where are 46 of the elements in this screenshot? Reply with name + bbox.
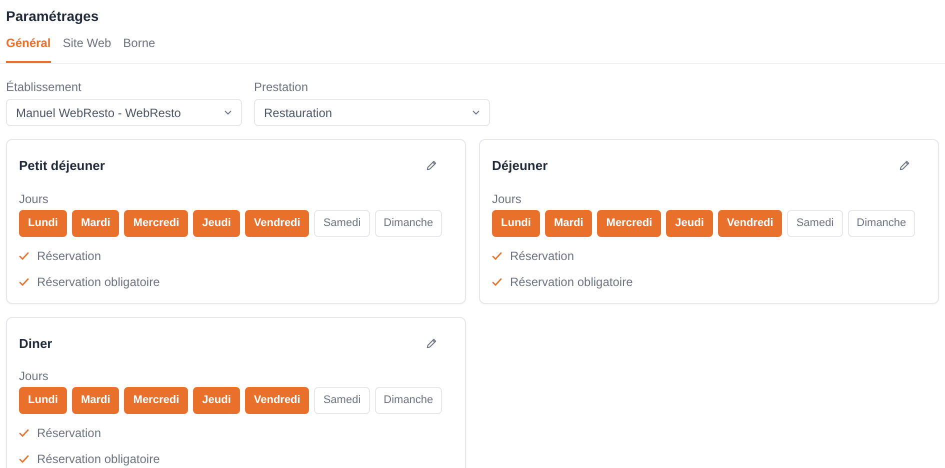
day-toggle[interactable]: Mardi [72, 210, 120, 236]
day-toggle[interactable]: Dimanche [374, 387, 442, 414]
card-title: Diner [19, 334, 52, 352]
chevron-down-icon [224, 110, 232, 115]
day-toggle[interactable]: Mardi [72, 387, 120, 414]
day-toggle[interactable]: Samedi [787, 210, 843, 236]
select-field[interactable]: Manuel WebResto - WebResto [6, 99, 242, 126]
card-title: Petit déjeuner [19, 157, 105, 175]
field-label: Prestation [254, 79, 310, 96]
option-label: Réservation [37, 248, 102, 264]
day-toggle[interactable]: Lundi [492, 210, 540, 236]
day-toggle[interactable]: Vendredi [244, 387, 310, 414]
option-label: Réservation [510, 248, 574, 264]
day-toggle[interactable]: Samedi [314, 387, 370, 414]
option-label: Réservation obligatoire [37, 451, 160, 468]
day-toggle[interactable]: Mercredi [597, 210, 662, 236]
option-label: Réservation obligatoire [510, 274, 633, 290]
day-toggle[interactable]: Jeudi [193, 210, 240, 236]
day-toggle[interactable]: Samedi [314, 210, 370, 236]
field-label: Établissement [6, 79, 82, 96]
day-toggle[interactable]: Mardi [544, 210, 592, 236]
days-label: Jours [19, 190, 50, 208]
tab[interactable]: Site Web [62, 34, 112, 63]
edit-icon[interactable] [899, 160, 910, 172]
day-toggle[interactable]: Dimanche [848, 210, 916, 236]
tab[interactable]: Borne [123, 34, 156, 63]
day-toggle[interactable]: Jeudi [193, 387, 240, 414]
chevron-down-icon [472, 110, 480, 115]
day-toggle[interactable]: Lundi [19, 387, 67, 414]
edit-icon[interactable] [426, 160, 437, 172]
select-field[interactable]: Restauration [254, 99, 490, 126]
day-toggle[interactable]: Vendredi [244, 210, 310, 236]
days-label: Jours [19, 368, 50, 385]
option-label: Réservation obligatoire [37, 274, 160, 290]
day-toggle[interactable]: Lundi [19, 210, 67, 236]
day-toggle[interactable]: Vendredi [718, 210, 782, 236]
day-toggle[interactable]: Mercredi [124, 210, 188, 236]
option-label: Réservation [37, 425, 102, 442]
day-toggle[interactable]: Dimanche [374, 210, 442, 236]
card-title: Déjeuner [492, 157, 548, 175]
day-toggle[interactable]: Mercredi [124, 387, 188, 414]
edit-icon[interactable] [426, 338, 437, 349]
page-title: Paramétrages [6, 7, 100, 26]
days-label: Jours [492, 190, 522, 208]
day-toggle[interactable]: Jeudi [666, 210, 713, 236]
tab[interactable]: Général [6, 34, 51, 63]
